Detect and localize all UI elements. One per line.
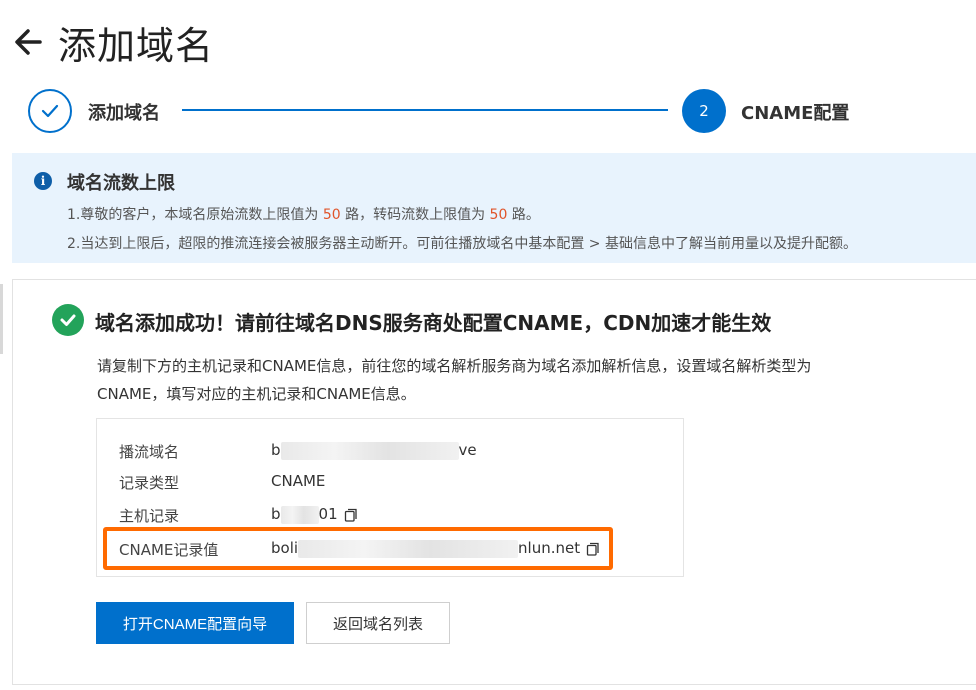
- instruction-text: 请复制下方的主机记录和CNAME信息，前往您的域名解析服务商为域名添加解析信息，…: [97, 357, 812, 403]
- play-domain-label: 播流域名: [119, 443, 180, 461]
- host-record-value: b 01: [271, 505, 358, 524]
- result-card: 域名添加成功！请前往域名DNS服务商处配置CNAME，CDN加速才能生效 请复制…: [12, 279, 976, 685]
- record-type-value: CNAME: [271, 472, 326, 490]
- notice-title: 域名流数上限: [67, 173, 175, 194]
- step-2-number: 2: [682, 89, 726, 133]
- page-title: 添加域名: [58, 23, 215, 68]
- record-type-label: 记录类型: [119, 474, 180, 492]
- redacted-blur: [280, 505, 319, 524]
- step-1-done-circle: [28, 89, 72, 133]
- notice-line-1-suffix: 路。: [507, 207, 540, 223]
- play-domain-value: b ve: [271, 441, 477, 460]
- notice-line-1-mid: 路，转码流数上限值为: [340, 207, 490, 223]
- step-connector-line: [182, 109, 668, 111]
- page-header: 添加域名: [0, 14, 214, 70]
- open-cname-wizard-button[interactable]: 打开CNAME配置向导: [96, 602, 294, 644]
- info-icon: i: [34, 172, 52, 190]
- stream-limit-value: 50: [322, 207, 341, 223]
- back-arrow-icon[interactable]: [10, 22, 50, 62]
- side-panel-edge: [0, 284, 3, 354]
- back-to-domain-list-button[interactable]: 返回域名列表: [306, 602, 450, 644]
- copy-icon[interactable]: [344, 508, 358, 522]
- step-1-label: 添加域名: [88, 103, 160, 124]
- notice-line-2: 2.当达到上限后，超限的推流连接会被服务器主动断开。可前往播放域名中基本配置 >…: [67, 236, 857, 252]
- checkmark-icon: [41, 104, 59, 118]
- host-record-label: 主机记录: [119, 507, 180, 525]
- cname-highlight-frame: [103, 527, 613, 570]
- step-2-label: CNAME配置: [741, 103, 850, 124]
- success-title: 域名添加成功！请前往域名DNS服务商处配置CNAME，CDN加速才能生效: [95, 311, 772, 335]
- notice-line-1-prefix: 1.尊敬的客户，本域名原始流数上限值为: [67, 207, 323, 223]
- steps-indicator: 添加域名 2 CNAME配置: [28, 88, 928, 134]
- notice-line-1: 1.尊敬的客户，本域名原始流数上限值为 50 路，转码流数上限值为 50 路。: [67, 204, 540, 224]
- success-check-icon: [52, 304, 84, 336]
- limit-notice: i 域名流数上限 1.尊敬的客户，本域名原始流数上限值为 50 路，转码流数上限…: [12, 153, 976, 263]
- transcode-limit-value: 50: [489, 207, 508, 223]
- redacted-blur: [280, 441, 459, 460]
